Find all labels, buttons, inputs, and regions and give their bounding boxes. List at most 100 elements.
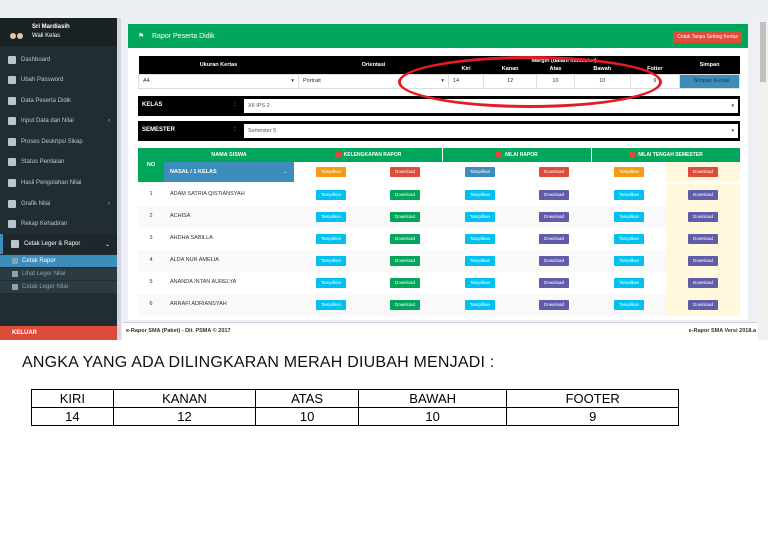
download-button[interactable]: Download [538,278,569,288]
download-button[interactable]: Download [389,212,420,222]
chevron-down-icon: ▾ [731,128,734,134]
download-button[interactable]: Download [687,212,718,222]
download-button[interactable]: Download [538,212,569,222]
logout-button[interactable]: KELUAR [0,326,118,340]
tampilkan-cell: Tampilkan [443,294,517,316]
sidebar-item-3[interactable]: Input Data dan Nilai ‹ [0,111,118,131]
download-button[interactable]: Download [687,256,718,266]
tampilkan-button[interactable]: Tampilkan [613,212,645,222]
row-number: 2 [149,213,153,219]
tampilkan-button[interactable]: Tampilkan [613,278,645,288]
sidebar-item-9[interactable]: Cetak Leger & Rapor ⌄ [0,234,118,254]
tampilkan-button[interactable]: Tampilkan [464,234,496,244]
sidebar-item-8[interactable]: Rekap Kehadiran [0,214,118,234]
box-title: Rapor Peserta Didik [152,33,215,40]
kelas-header: NASAL / 1 KELAS → [164,162,294,182]
sidebar-item-label: Rekap Kehadiran [21,221,68,227]
tampilkan-button[interactable]: Tampilkan [464,256,496,266]
grid-icon [8,179,16,187]
tampilkan-button[interactable]: Tampilkan [613,256,645,266]
download-button[interactable]: Download [687,278,718,288]
gear-icon [8,158,16,166]
tampilkan-button[interactable]: Tampilkan [613,190,645,200]
tampilkan-button[interactable]: Tampilkan [464,212,496,222]
tampilkan-cell: Tampilkan [592,272,666,294]
paper-size-select[interactable]: A4 ▾ [138,73,299,89]
sidebar-item-label: Proses Deskripsi Sikap [21,139,83,145]
print-without-setting-button[interactable]: Cetak Tanpa Setting Kertas [673,31,742,43]
tampilkan-button[interactable]: Tampilkan [613,234,645,244]
sidebar-item-label: Status Penilaian [21,159,65,165]
tampilkan-button[interactable]: Tampilkan [464,190,496,200]
tampilkan-button[interactable]: Tampilkan [315,278,347,288]
semester-select[interactable]: Semester 5 ▾ [244,124,738,138]
edit-icon [8,117,16,125]
download-button[interactable]: Download [687,300,718,310]
header-tampilkan-button[interactable]: Tampilkan [613,167,645,177]
download-cell: Download [517,272,591,294]
page-scrollbar[interactable] [758,18,768,340]
download-button[interactable]: Download [389,190,420,200]
tampilkan-button[interactable]: Tampilkan [613,300,645,310]
tampilkan-button[interactable]: Tampilkan [464,300,496,310]
download-button[interactable]: Download [538,234,569,244]
header-download-button[interactable]: Download [687,167,718,177]
scrollbar-thumb[interactable] [760,22,766,82]
sidebar-item-6[interactable]: Hasil Pengolahan Nilai [0,173,118,193]
tampilkan-button[interactable]: Tampilkan [315,212,347,222]
sidebar-item-5[interactable]: Status Penilaian [0,152,118,172]
footer-bar: e-Rapor SMA (Paket) - Dit. PSMA © 2017 e… [122,322,758,340]
tampilkan-button[interactable]: Tampilkan [315,234,347,244]
book-icon [8,138,16,146]
download-button[interactable]: Download [687,234,718,244]
header-tampilkan-button[interactable]: Tampilkan [315,167,347,177]
tampilkan-cell: Tampilkan [443,206,517,228]
sidebar-item-2[interactable]: Data Peserta Didik [0,91,118,111]
download-cell: Download [517,206,591,228]
sidebar-subitem-0[interactable]: Cetak Rapor [0,255,118,267]
download-button[interactable]: Download [389,234,420,244]
dashboard-icon [8,56,16,64]
tampilkan-button[interactable]: Tampilkan [315,300,347,310]
sidebar-scrollbar[interactable] [117,18,121,340]
sidebar-item-1[interactable]: Ubah Password [0,70,118,90]
footer-copyright: e-Rapor SMA (Paket) - Dit. PSMA © 2017 [126,328,231,334]
print-icon [11,240,19,248]
group-header-2: NILAI TENGAH SEMESTER [592,148,740,162]
download-button[interactable]: Download [687,190,718,200]
sidebar-item-0[interactable]: Dashboard [0,50,118,70]
download-cell: Download [517,184,591,206]
tampilkan-cell: Tampilkan [592,250,666,272]
sidebar-item-label: Data Peserta Didik [21,98,72,104]
note-header-bawah: BAWAH [357,389,508,408]
download-button[interactable]: Download [389,300,420,310]
tampilkan-button[interactable]: Tampilkan [464,278,496,288]
row-number: 6 [149,301,153,307]
table-row: 6 ARRAFI ADRIANSYAH Tampilkan Download Tampi… [138,294,740,316]
download-cell: Download [368,228,442,250]
sidebar-item-7[interactable]: Grafik Nilai ‹ [0,194,118,214]
lock-icon [8,76,16,84]
header-download-button[interactable]: Download [538,167,569,177]
sidebar-item-4[interactable]: Proses Deskripsi Sikap [0,132,118,152]
header-download-button[interactable]: Download [389,167,420,177]
tampilkan-cell: Tampilkan [443,250,517,272]
download-button[interactable]: Download [389,278,420,288]
sidebar-item-label: Grafik Nilai [21,201,51,207]
kelas-label: KELAS [142,102,163,108]
header-tampilkan-button[interactable]: Tampilkan [464,167,496,177]
sidebar-item-label: Ubah Password [21,77,64,83]
download-button[interactable]: Download [538,190,569,200]
user-role: Wali Kelas [32,33,61,39]
download-button[interactable]: Download [389,256,420,266]
tampilkan-button[interactable]: Tampilkan [315,190,347,200]
tampilkan-button[interactable]: Tampilkan [315,256,347,266]
note-header-kiri: KIRI [31,389,114,408]
sidebar-subitem-2[interactable]: Cetak Leger Nilai [0,281,118,293]
save-paper-button[interactable]: Simpan Kertas [679,73,740,89]
tampilkan-cell: Tampilkan [294,250,368,272]
download-button[interactable]: Download [538,256,569,266]
download-button[interactable]: Download [538,300,569,310]
student-name: ACHISA [170,213,191,219]
sidebar-subitem-1[interactable]: Lihat Leger Nilai [0,268,118,280]
